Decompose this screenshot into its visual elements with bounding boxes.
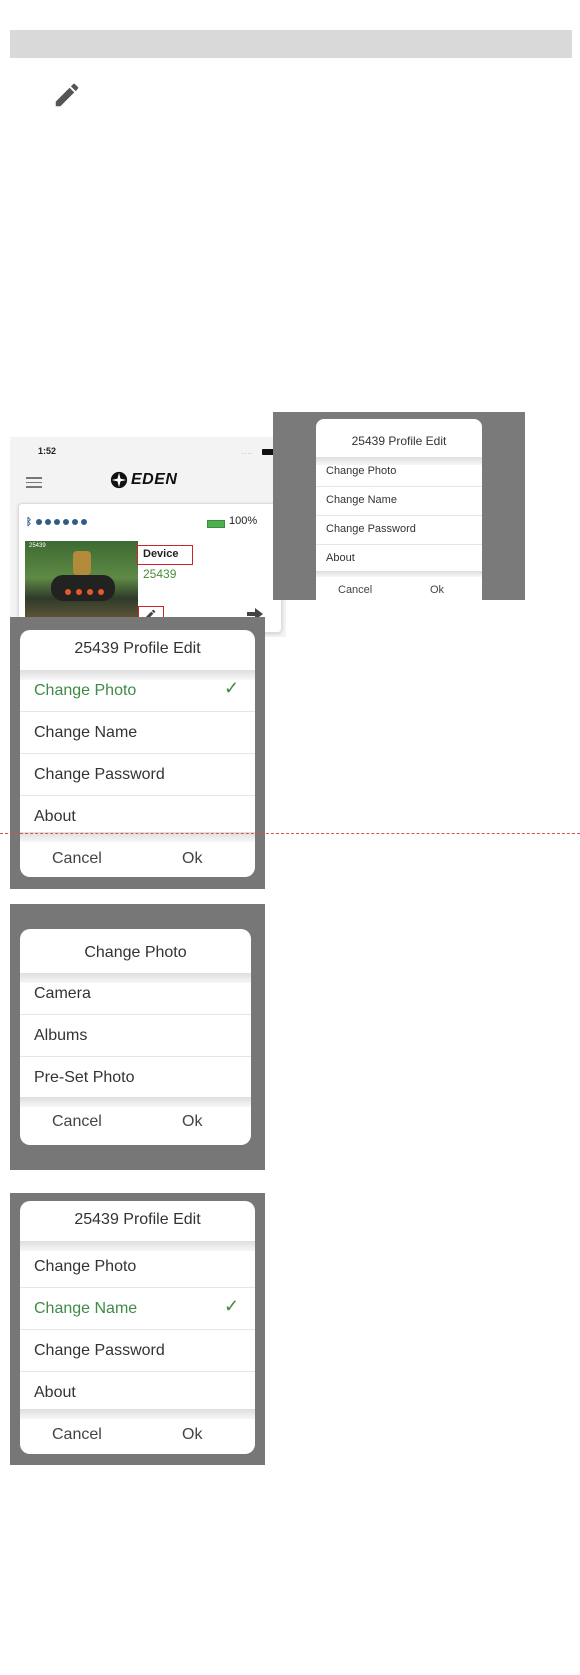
- device-photo: 25439: [25, 541, 138, 623]
- menu-item-about[interactable]: About: [20, 1372, 255, 1413]
- timer-body: [51, 575, 115, 601]
- battery-icon: [207, 520, 225, 528]
- profile-edit-dialog: 25439 Profile Edit Change Photo Change N…: [20, 1201, 255, 1454]
- profile-edit-panel-small: 25439 Profile Edit Change Photo Change N…: [273, 412, 525, 600]
- profile-edit-panel-name-selected: 25439 Profile Edit Change Photo Change N…: [10, 1193, 265, 1465]
- status-time: 1:52: [38, 446, 57, 456]
- battery-percent: 100%: [229, 515, 258, 527]
- device-card[interactable]: ᛒ 100% 25439 Device 25439: [18, 503, 282, 633]
- profile-edit-panel-photo-selected: 25439 Profile Edit Change Photo ✓ Change…: [10, 617, 265, 889]
- menu-item-about[interactable]: About: [20, 796, 255, 837]
- section-header-bar: [10, 30, 572, 58]
- phone-screenshot: 1:52 .... EDEN ᛒ 100% 25439 Device 25439: [10, 437, 286, 637]
- menu-item-change-password[interactable]: Change Password: [20, 1330, 255, 1372]
- check-icon: ✓: [224, 678, 240, 698]
- signal-indicator: ....: [242, 450, 253, 456]
- photo-label: 25439: [29, 543, 46, 549]
- device-name: Device: [143, 548, 179, 560]
- bluetooth-icon: ᛒ: [26, 517, 32, 528]
- dashed-divider: [0, 833, 580, 834]
- eden-logo: EDEN: [110, 469, 177, 491]
- menu-item-change-name[interactable]: Change Name: [20, 712, 255, 754]
- signal-dots: [36, 519, 87, 525]
- menu-item-preset-photo[interactable]: Pre-Set Photo: [20, 1057, 251, 1098]
- cancel-button[interactable]: Cancel: [52, 1113, 102, 1131]
- menu-item-change-photo[interactable]: Change Photo: [20, 1246, 255, 1288]
- change-photo-dialog: Change Photo Camera Albums Pre-Set Photo…: [20, 929, 251, 1145]
- dialog-title: 25439 Profile Edit: [74, 1211, 201, 1228]
- change-photo-panel: Change Photo Camera Albums Pre-Set Photo…: [10, 904, 265, 1170]
- pencil-icon: [55, 83, 79, 107]
- menu-item-camera[interactable]: Camera: [20, 973, 251, 1015]
- profile-edit-dialog: 25439 Profile Edit Change Photo Change N…: [316, 419, 482, 600]
- cancel-button[interactable]: Cancel: [52, 1426, 102, 1444]
- cancel-button[interactable]: Cancel: [52, 850, 102, 868]
- device-number: 25439: [143, 567, 177, 581]
- dialog-title: 25439 Profile Edit: [351, 434, 447, 448]
- menu-icon[interactable]: [26, 477, 42, 491]
- ok-button[interactable]: Ok: [430, 584, 444, 596]
- ok-button[interactable]: Ok: [182, 1426, 202, 1444]
- menu-item-change-photo[interactable]: Change Photo: [316, 457, 482, 487]
- menu-item-albums[interactable]: Albums: [20, 1015, 251, 1057]
- menu-item-change-name[interactable]: Change Name: [316, 486, 482, 516]
- separator: [20, 1409, 255, 1419]
- separator: [316, 571, 482, 577]
- menu-item-change-photo[interactable]: Change Photo: [20, 670, 255, 712]
- profile-edit-dialog: 25439 Profile Edit Change Photo ✓ Change…: [20, 630, 255, 877]
- faucet-shape: [73, 551, 91, 575]
- check-icon: ✓: [224, 1296, 240, 1316]
- cancel-button[interactable]: Cancel: [338, 584, 372, 596]
- menu-item-about[interactable]: About: [316, 544, 482, 573]
- timer-buttons: [65, 589, 104, 595]
- dialog-title: Change Photo: [84, 944, 187, 961]
- ok-button[interactable]: Ok: [182, 850, 202, 868]
- logo-compass-icon: [110, 471, 128, 489]
- menu-item-change-password[interactable]: Change Password: [20, 754, 255, 796]
- dialog-title: 25439 Profile Edit: [74, 640, 201, 657]
- logo-text: EDEN: [131, 471, 178, 488]
- ok-button[interactable]: Ok: [182, 1113, 202, 1131]
- menu-item-change-name[interactable]: Change Name: [20, 1288, 255, 1330]
- separator: [20, 1097, 251, 1107]
- menu-item-change-password[interactable]: Change Password: [316, 515, 482, 545]
